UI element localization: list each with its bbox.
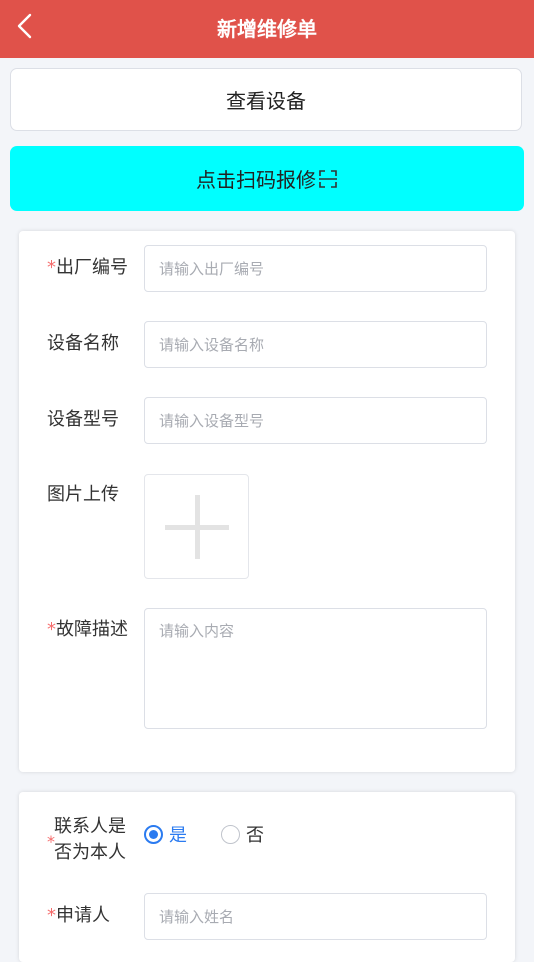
applicant-label-text: 申请人 <box>56 905 110 926</box>
view-device-button[interactable]: 查看设备 <box>10 68 522 131</box>
image-upload-box[interactable] <box>144 474 249 579</box>
plus-icon <box>164 494 229 559</box>
required-mark: * <box>47 905 56 926</box>
fault-description-label: *故障描述 <box>47 617 128 643</box>
radio-option-yes[interactable]: 是 <box>144 821 187 847</box>
image-upload-label: 图片上传 <box>47 484 119 505</box>
serial-number-label-text: 出厂编号 <box>56 257 128 278</box>
device-name-input[interactable] <box>144 321 487 368</box>
fault-description-textarea[interactable] <box>144 608 487 729</box>
contact-card: * 联系人是 否为本人 是 否 *申请人 <box>19 792 515 962</box>
device-model-input[interactable] <box>144 397 487 444</box>
fault-description-label-text: 故障描述 <box>56 619 128 640</box>
radio-unchecked-icon <box>221 824 240 844</box>
applicant-label: *申请人 <box>47 903 110 929</box>
scan-frame-icon <box>319 169 337 188</box>
radio-checked-icon <box>144 824 163 844</box>
app-header: 新增维修单 <box>0 0 534 58</box>
scan-repair-button[interactable]: 点击扫码报修 <box>10 146 524 211</box>
device-model-label: 设备型号 <box>47 409 119 430</box>
page-title: 新增维修单 <box>217 17 317 41</box>
is-self-contact-label: * 联系人是 否为本人 <box>47 814 126 866</box>
device-name-label: 设备名称 <box>47 333 119 354</box>
scan-repair-label: 点击扫码报修 <box>196 168 316 192</box>
radio-option-no[interactable]: 否 <box>221 821 264 847</box>
is-self-label-line1: 联系人是 <box>54 816 126 837</box>
device-info-card: *出厂编号 设备名称 设备型号 图片上传 *故障描述 <box>19 231 515 772</box>
radio-no-label: 否 <box>246 825 264 846</box>
required-mark: * <box>47 257 56 278</box>
serial-number-input[interactable] <box>144 245 487 292</box>
serial-number-label: *出厂编号 <box>47 255 128 281</box>
required-mark: * <box>47 832 55 851</box>
view-device-label: 查看设备 <box>226 89 306 113</box>
applicant-name-input[interactable] <box>144 893 487 940</box>
required-mark: * <box>47 619 56 640</box>
is-self-label-line2: 否为本人 <box>54 842 126 863</box>
radio-yes-label: 是 <box>169 825 187 846</box>
